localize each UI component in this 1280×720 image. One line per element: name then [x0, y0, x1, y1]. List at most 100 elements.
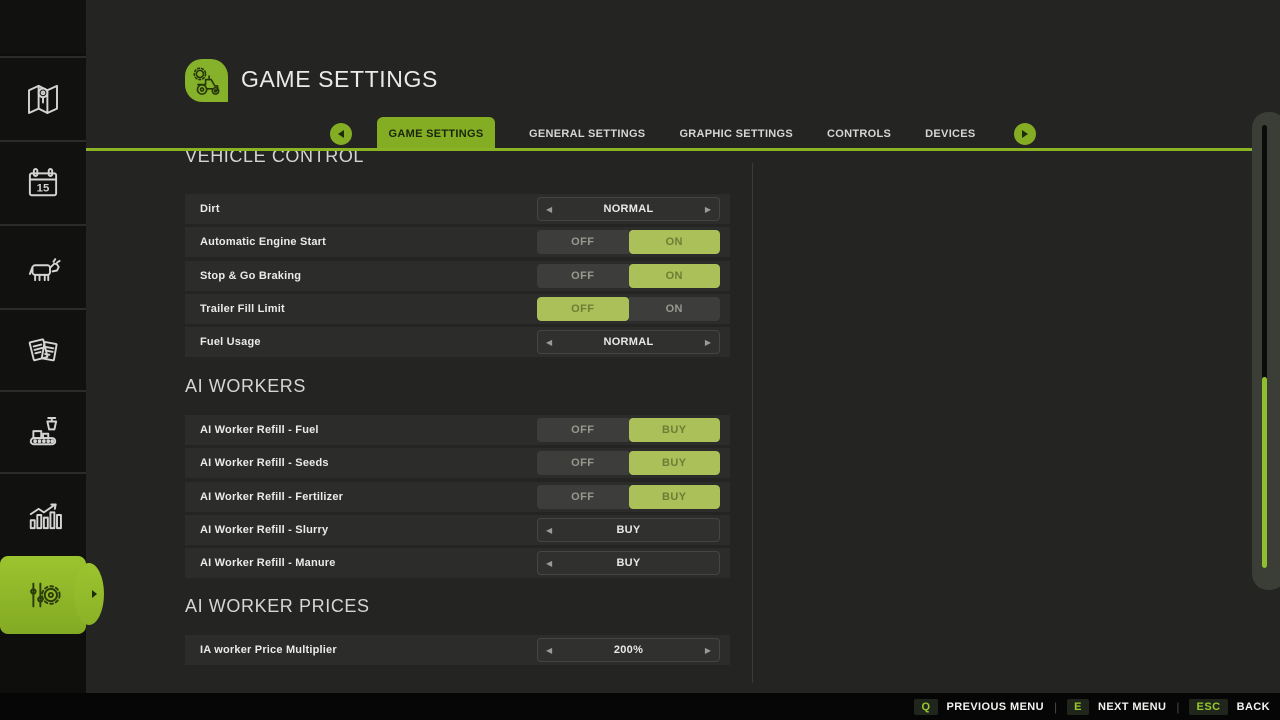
key-e-badge: E: [1067, 699, 1089, 715]
toggle-option-on[interactable]: ON: [629, 230, 721, 254]
setting-label: AI Worker Refill - Manure: [200, 548, 336, 578]
section-title: VEHICLE CONTROL: [185, 151, 364, 168]
toggle-option-off[interactable]: OFF: [537, 230, 629, 254]
toggle-option-on[interactable]: ON: [629, 297, 721, 321]
setting-label: AI Worker Refill - Slurry: [200, 515, 328, 545]
key-q-badge: Q: [914, 699, 937, 715]
hint-separator: |: [1054, 700, 1057, 714]
toggle-option-off[interactable]: OFF: [537, 451, 629, 475]
tabs-prev-button[interactable]: [330, 123, 352, 145]
sidebar-item-prices[interactable]: [0, 308, 86, 390]
settings-row: Stop & Go Braking OFFON: [185, 261, 730, 291]
statistics-icon: [22, 494, 64, 536]
scrollbar-thumb[interactable]: [1262, 377, 1267, 568]
option-selector[interactable]: ◀BUY: [537, 518, 720, 542]
hint-next-menu: E NEXT MENU: [1067, 699, 1166, 715]
toggle-option-buy[interactable]: BUY: [629, 451, 721, 475]
arrow-right-icon[interactable]: ▶: [705, 198, 711, 220]
hint-back: ESC BACK: [1189, 699, 1270, 715]
setting-label: AI Worker Refill - Fuel: [200, 415, 319, 445]
hint-label: NEXT MENU: [1098, 701, 1166, 713]
settings-row: Fuel Usage ◀NORMAL▶: [185, 327, 730, 357]
production-icon: [22, 411, 64, 453]
arrow-right-icon[interactable]: ▶: [705, 639, 711, 661]
left-arrow-icon: [338, 130, 344, 138]
cow-icon: [22, 246, 64, 288]
settings-row: IA worker Price Multiplier ◀200%▶: [185, 635, 730, 665]
sidebar-item-map[interactable]: [0, 56, 86, 140]
page-icon: [185, 59, 228, 102]
calendar-day-label: 15: [37, 182, 50, 194]
setting-label: Stop & Go Braking: [200, 261, 301, 291]
game-settings-screen: 15: [0, 0, 1280, 720]
section-title: AI WORKER PRICES: [185, 594, 370, 618]
panel-divider: [752, 163, 753, 683]
selector-value: 200%: [538, 639, 719, 661]
right-arrow-icon: [92, 590, 97, 598]
settings-sliders-gear-icon: [22, 574, 64, 616]
setting-label: Automatic Engine Start: [200, 227, 326, 257]
toggle-option-buy[interactable]: BUY: [629, 485, 721, 509]
tab-bar: GAME SETTINGS GENERAL SETTINGS GRAPHIC SET…: [330, 117, 1036, 151]
sidebar-active-indicator: [74, 563, 104, 625]
tab-devices[interactable]: DEVICES: [925, 128, 975, 140]
option-selector[interactable]: ◀NORMAL▶: [537, 197, 720, 221]
hint-previous-menu: Q PREVIOUS MENU: [914, 699, 1044, 715]
calendar-icon: 15: [22, 162, 64, 204]
toggle-option-off[interactable]: OFF: [537, 264, 629, 288]
sidebar-item-calendar[interactable]: 15: [0, 140, 86, 224]
option-selector[interactable]: ◀200%▶: [537, 638, 720, 662]
toggle-switch[interactable]: OFFBUY: [537, 485, 720, 509]
toggle-switch[interactable]: OFFBUY: [537, 418, 720, 442]
settings-row: AI Worker Refill - Slurry ◀BUY: [185, 515, 730, 545]
hint-label: PREVIOUS MENU: [947, 701, 1045, 713]
key-esc-badge: ESC: [1189, 699, 1227, 715]
tab-graphic-settings[interactable]: GRAPHIC SETTINGS: [679, 128, 793, 140]
toggle-option-buy[interactable]: BUY: [629, 418, 721, 442]
page-title: GAME SETTINGS: [241, 66, 438, 93]
bottom-hint-bar: Q PREVIOUS MENU | E NEXT MENU | ESC BACK: [0, 693, 1280, 720]
toggle-switch[interactable]: OFFON: [537, 264, 720, 288]
tab-game-settings[interactable]: GAME SETTINGS: [377, 117, 495, 151]
tab-controls[interactable]: CONTROLS: [827, 128, 891, 140]
arrow-right-icon[interactable]: ▶: [705, 331, 711, 353]
setting-label: Fuel Usage: [200, 327, 261, 357]
selector-value: NORMAL: [538, 331, 719, 353]
settings-row: AI Worker Refill - SeedsOFFBUY: [185, 448, 730, 478]
toggle-option-off[interactable]: OFF: [537, 418, 629, 442]
toggle-option-on[interactable]: ON: [629, 264, 721, 288]
section-title: AI WORKERS: [185, 374, 306, 398]
selector-value: BUY: [538, 552, 719, 574]
hint-separator: |: [1176, 700, 1179, 714]
setting-label: AI Worker Refill - Fertilizer: [200, 482, 343, 512]
toggle-option-off[interactable]: OFF: [537, 297, 629, 321]
map-icon: [22, 78, 64, 120]
selector-value: BUY: [538, 519, 719, 541]
option-selector[interactable]: ◀NORMAL▶: [537, 330, 720, 354]
right-arrow-icon: [1022, 130, 1028, 138]
sidebar-item-blank: [0, 0, 86, 54]
sidebar-item-animals[interactable]: [0, 224, 86, 308]
setting-label: IA worker Price Multiplier: [200, 635, 337, 665]
toggle-option-off[interactable]: OFF: [537, 485, 629, 509]
toggle-switch[interactable]: OFFBUY: [537, 451, 720, 475]
settings-row: Automatic Engine Start OFFON: [185, 227, 730, 257]
sidebar-item-production[interactable]: [0, 390, 86, 472]
sidebar-item-statistics[interactable]: [0, 472, 86, 556]
selector-value: NORMAL: [538, 198, 719, 220]
tab-general-settings[interactable]: GENERAL SETTINGS: [529, 128, 645, 140]
setting-label: Trailer Fill Limit: [200, 294, 285, 324]
settings-row: AI Worker Refill - Fertilizer OFFBUY: [185, 482, 730, 512]
toggle-switch[interactable]: OFFON: [537, 230, 720, 254]
toggle-switch[interactable]: OFFON: [537, 297, 720, 321]
option-selector[interactable]: ◀BUY: [537, 551, 720, 575]
tractor-gear-icon: [190, 64, 224, 98]
hint-label: BACK: [1237, 701, 1270, 713]
settings-row: Dirt◀NORMAL▶: [185, 194, 730, 224]
settings-row: AI Worker Refill - Manure ◀BUY: [185, 548, 730, 578]
settings-row: AI Worker Refill - Fuel OFFBUY: [185, 415, 730, 445]
settings-row: Trailer Fill Limit OFFON: [185, 294, 730, 324]
sidebar: 15: [0, 0, 86, 693]
tabs-next-button[interactable]: [1014, 123, 1036, 145]
documents-icon: [22, 329, 64, 371]
